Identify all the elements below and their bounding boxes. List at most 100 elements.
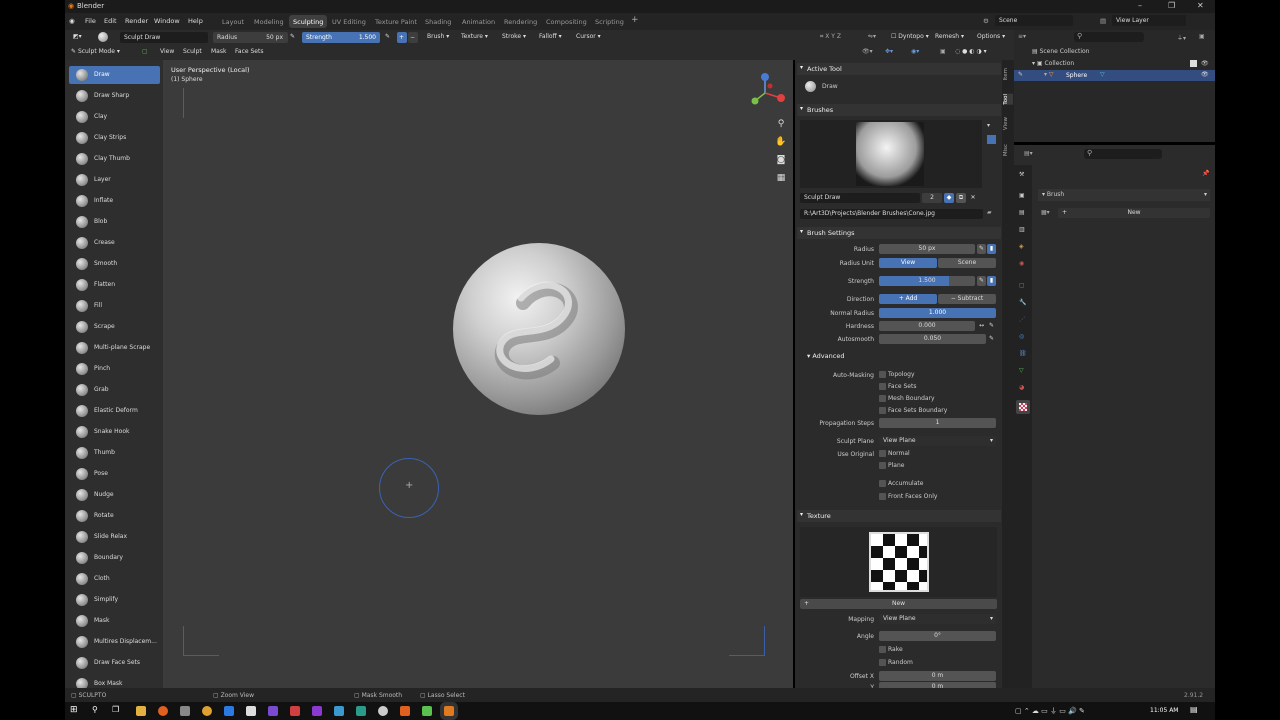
blender-menu-icon[interactable]: ◉	[69, 17, 75, 25]
outliner-search-input[interactable]: ⚲	[1074, 32, 1144, 42]
mapping-select[interactable]: View Plane ▾	[879, 614, 996, 624]
tab-uv-editing[interactable]: UV Editing	[328, 15, 370, 28]
autosmooth-pressure-icon[interactable]: ✎	[987, 334, 996, 344]
topology-checkbox[interactable]	[879, 371, 886, 378]
autosmooth-field[interactable]: 0.050	[879, 334, 986, 344]
view-layer-selector[interactable]: View Layer	[1112, 15, 1186, 26]
brushes-section[interactable]: Brushes	[797, 104, 1001, 116]
brush-menu[interactable]: Brush ▾	[427, 33, 449, 40]
tool-thumb[interactable]: Thumb	[69, 444, 160, 462]
app-icon-4[interactable]	[246, 706, 256, 716]
face-sets-boundary-checkbox[interactable]	[879, 407, 886, 414]
tool-fill[interactable]: Fill	[69, 297, 160, 315]
tool-box-mask[interactable]: Box Mask	[69, 675, 160, 688]
shading-modes-icon[interactable]: ◌ ● ◐ ◑ ▾	[955, 48, 987, 55]
firefox-icon[interactable]	[158, 706, 168, 716]
symmetry-icons[interactable]: ⌗ X Y Z	[820, 33, 841, 41]
tool-multires-displacem[interactable]: Multires Displacem...	[69, 633, 160, 651]
tool-inflate[interactable]: Inflate	[69, 192, 160, 210]
constraints-tab-icon[interactable]: ⛓	[1019, 350, 1027, 357]
random-checkbox[interactable]	[879, 659, 886, 666]
radius-unit-scene-button[interactable]: Scene	[938, 258, 996, 268]
tool-tab-icon[interactable]: ⚒	[1019, 171, 1024, 178]
cursor-menu[interactable]: Cursor ▾	[576, 33, 601, 40]
brush-settings-section[interactable]: Brush Settings	[797, 227, 1001, 239]
properties-type-icon[interactable]: ▤▾	[1024, 150, 1033, 157]
radius-unit-view-button[interactable]: View	[879, 258, 937, 268]
offset-x-field[interactable]: 0 m	[879, 671, 996, 681]
minimize-icon[interactable]: –	[1138, 1, 1142, 10]
tab-tool[interactable]: Tool	[1003, 94, 1013, 105]
properties-search-input[interactable]: ⚲	[1084, 149, 1162, 159]
strength-field[interactable]: Strength 1.500	[302, 32, 380, 43]
tray-icons[interactable]: ▢ ⌃ ☁ ▭ ⏚ ▭ 🔊 ✎	[1015, 706, 1085, 716]
tool-layer[interactable]: Layer	[69, 171, 160, 189]
tool-blob[interactable]: Blob	[69, 213, 160, 231]
tab-layout[interactable]: Layout	[218, 15, 248, 28]
tool-scrape[interactable]: Scrape	[69, 318, 160, 336]
world-tab-icon[interactable]: ◉	[1019, 260, 1024, 267]
accumulate-checkbox[interactable]	[879, 480, 886, 487]
app-icon-8[interactable]	[334, 706, 344, 716]
radius-field[interactable]: Radius 50 px	[213, 32, 288, 43]
tool-multi-plane-scrape[interactable]: Multi-plane Scrape	[69, 339, 160, 357]
tool-boundary[interactable]: Boundary	[69, 549, 160, 567]
mask-menu[interactable]: Mask	[211, 48, 226, 55]
tool-draw-face-sets[interactable]: Draw Face Sets	[69, 654, 160, 672]
perspective-toggle-icon[interactable]: ▦	[775, 172, 787, 184]
direction-subtract-button[interactable]: −	[408, 32, 418, 43]
output-tab-icon[interactable]: ▤	[1019, 209, 1025, 216]
tool-clay-strips[interactable]: Clay Strips	[69, 129, 160, 147]
scene-collection-row[interactable]: ▤ Scene Collection	[1032, 48, 1089, 55]
texture-preview-box[interactable]	[800, 527, 997, 597]
texture-menu[interactable]: Texture ▾	[461, 33, 488, 40]
add-workspace-icon[interactable]: +	[631, 15, 639, 25]
brush-preview-box[interactable]	[800, 120, 982, 188]
tool-cloth[interactable]: Cloth	[69, 570, 160, 588]
brush-selector[interactable]: Sculpt Draw	[120, 32, 208, 43]
face-sets-checkbox[interactable]	[879, 383, 886, 390]
menu-edit[interactable]: Edit	[104, 17, 117, 25]
normal-radius-field[interactable]: 1.000	[879, 308, 996, 318]
overlay-icon[interactable]: ◉▾	[911, 48, 919, 55]
pan-hand-icon[interactable]: ✋	[775, 136, 787, 148]
advanced-subpanel[interactable]: ▾ Advanced	[807, 352, 844, 360]
face-sets-menu[interactable]: Face Sets	[235, 48, 263, 55]
app-icon-10[interactable]	[378, 706, 388, 716]
app-icon-11[interactable]	[400, 706, 410, 716]
notifications-icon[interactable]: ▤	[1190, 705, 1198, 714]
collection-row[interactable]: ▾ ▣ Collection	[1032, 60, 1074, 67]
material-tab-icon[interactable]: ◕	[1019, 384, 1024, 391]
sculpt-sphere[interactable]	[453, 243, 625, 415]
hardness-pressure-icon[interactable]: ✎	[987, 321, 996, 331]
falloff-menu[interactable]: Falloff ▾	[539, 33, 562, 40]
brush-users-count[interactable]: 2	[922, 193, 942, 203]
tab-item[interactable]: Item	[1003, 68, 1013, 81]
view-menu[interactable]: View	[160, 48, 174, 55]
maximize-icon[interactable]: ❐	[1168, 1, 1175, 10]
app-icon-9[interactable]	[356, 706, 366, 716]
task-view-icon[interactable]: ❐	[112, 705, 119, 714]
tool-simplify[interactable]: Simplify	[69, 591, 160, 609]
radius-lock-icon[interactable]: ▮	[987, 244, 996, 254]
radius-pressure-icon[interactable]: ✎	[977, 244, 986, 254]
options-menu[interactable]: Options ▾	[977, 33, 1005, 40]
folder-icon[interactable]: ▰	[987, 209, 992, 216]
tab-misc[interactable]: Misc	[1003, 144, 1013, 156]
tab-texture-paint[interactable]: Texture Paint	[371, 15, 421, 28]
tool-grab[interactable]: Grab	[69, 381, 160, 399]
sphere-row[interactable]: ✎ ▾ ▽ Sphere ▽ 👁	[1014, 70, 1215, 81]
tool-smooth[interactable]: Smooth	[69, 255, 160, 273]
tool-snake-hook[interactable]: Snake Hook	[69, 423, 160, 441]
tool-clay-thumb[interactable]: Clay Thumb	[69, 150, 160, 168]
tab-sculpting[interactable]: Sculpting	[289, 15, 328, 28]
new-brush-button[interactable]: + New	[1058, 208, 1210, 218]
tab-animation[interactable]: Animation	[458, 15, 499, 28]
fake-user-icon[interactable]: ◆	[944, 193, 954, 203]
rake-checkbox[interactable]	[879, 646, 886, 653]
radius-field[interactable]: 50 px	[879, 244, 975, 254]
new-collection-icon[interactable]: ▣	[1199, 33, 1205, 40]
brush-browse-icon[interactable]: ▦▾	[1041, 209, 1050, 216]
texture-section[interactable]: Texture	[797, 510, 1001, 522]
tool-pose[interactable]: Pose	[69, 465, 160, 483]
